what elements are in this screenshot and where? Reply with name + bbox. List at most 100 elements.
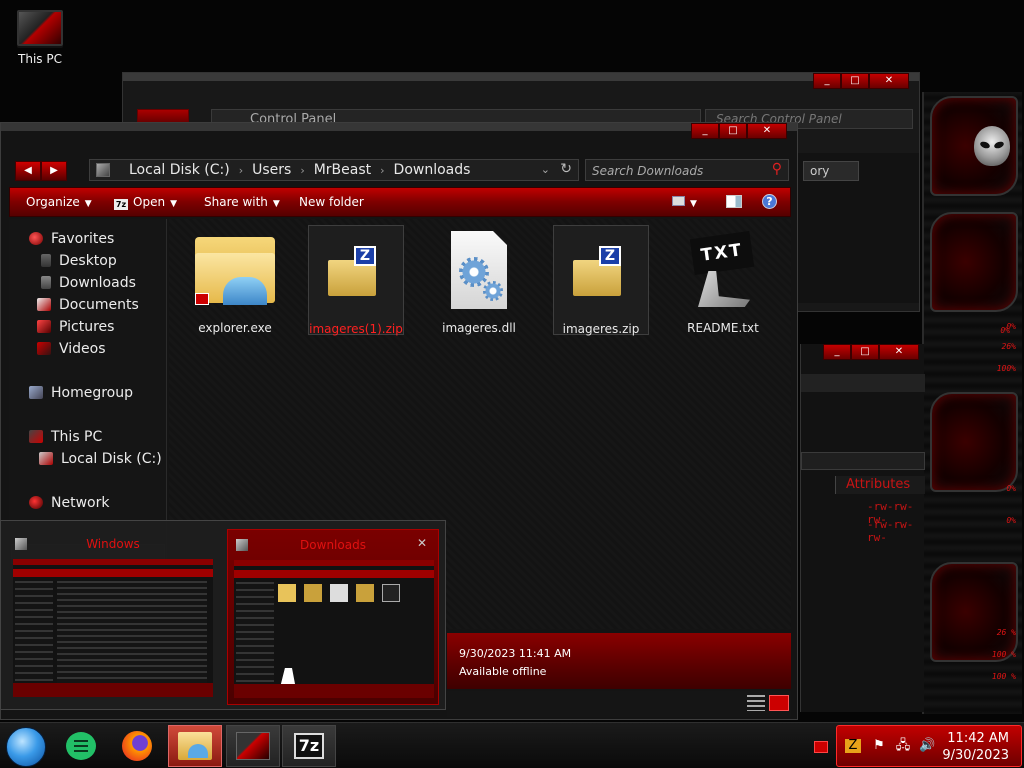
file-name: imageres(1).zip [309, 322, 403, 336]
nav-item-documents[interactable]: Documents [37, 297, 139, 313]
file-list-window[interactable]: _ □ ✕ Attributes -rw-rw-rw- -rw-rw-rw- [800, 344, 925, 712]
local-disk-icon [39, 452, 53, 465]
chevron-down-icon: ▼ [690, 199, 697, 209]
thumbnail-preview [13, 559, 213, 697]
taskbar-thumbnail-popup: Windows Downloads ✕ [0, 520, 446, 710]
explorer-folder-icon [193, 231, 277, 305]
gadget-panel [930, 96, 1018, 196]
close-button[interactable]: ✕ [879, 344, 919, 360]
action-center-icon[interactable]: Z [845, 739, 861, 753]
videos-icon [37, 342, 51, 355]
file-item[interactable]: Z imageres(1).zip [308, 225, 404, 336]
window-title-bar[interactable] [123, 73, 919, 81]
view-by-dropdown[interactable]: ory [803, 161, 859, 181]
desktop-icon-this-pc[interactable]: This PC [10, 8, 70, 76]
taskbar-app-7zip[interactable]: 7z [282, 725, 336, 767]
minimize-button[interactable]: _ [691, 123, 719, 139]
nav-item-downloads[interactable]: Downloads [41, 275, 136, 291]
file-item[interactable]: explorer.exe [187, 225, 283, 335]
gadget-value: 0% [1006, 322, 1016, 331]
thumbnail-downloads[interactable]: Downloads ✕ [227, 529, 439, 705]
gadget-value: 0% [1006, 516, 1016, 525]
file-item[interactable]: Z imageres.zip [553, 225, 649, 336]
file-item[interactable]: imageres.dll [431, 225, 527, 335]
gadget-value: 26% [1001, 342, 1016, 351]
show-hidden-icons-button[interactable] [814, 741, 828, 753]
close-button[interactable]: ✕ [869, 73, 909, 89]
chat-icon [66, 732, 96, 760]
details-view-icon[interactable] [747, 695, 765, 711]
nav-item-videos[interactable]: Videos [37, 341, 106, 357]
nav-item-pictures[interactable]: Pictures [37, 319, 114, 335]
close-icon[interactable]: ✕ [414, 536, 430, 552]
maximize-button[interactable]: □ [851, 344, 879, 360]
file-item[interactable]: TXT README.txt [675, 225, 771, 335]
thumbnail-windows[interactable]: Windows [7, 529, 219, 705]
nav-item-desktop[interactable]: Desktop [41, 253, 117, 269]
chevron-down-icon[interactable]: ⌄ [541, 163, 550, 176]
gadget-value: 26 % [996, 628, 1016, 637]
homegroup-icon [29, 386, 43, 399]
gadget-value: 100% [996, 364, 1016, 373]
taskbar-app-firefox[interactable] [110, 725, 164, 767]
back-button[interactable]: ◀ [15, 161, 41, 181]
nav-item-homegroup[interactable]: Homegroup [29, 385, 133, 401]
dropdown-field[interactable] [801, 452, 925, 470]
taskbar-app-alienware[interactable] [226, 725, 280, 767]
minimize-button[interactable]: _ [813, 73, 841, 89]
breadcrumb-users[interactable]: Users [243, 162, 300, 178]
preview-pane-button[interactable] [726, 195, 742, 211]
nav-item-network[interactable]: Network [29, 495, 109, 511]
dll-gear-icon [447, 231, 511, 311]
7zip-archive-icon: Z [573, 246, 629, 302]
nav-item-local-disk[interactable]: Local Disk (C:) [39, 451, 162, 467]
7zip-icon: 7z [114, 199, 128, 210]
chevron-down-icon: ▼ [272, 199, 280, 209]
breadcrumb-downloads[interactable]: Downloads [385, 162, 480, 178]
help-button[interactable]: ? [762, 194, 777, 209]
address-bar[interactable]: Local Disk (C:) › Users › MrBeast › Down… [89, 159, 579, 181]
share-with-menu[interactable]: Share with ▼ [204, 195, 280, 209]
new-folder-button[interactable]: New folder [299, 195, 364, 209]
navigation-buttons: ◀ ▶ [15, 161, 67, 181]
availability-status: Available offline [459, 665, 547, 678]
change-view-button[interactable]: ▼ [672, 195, 697, 209]
nav-item-this-pc[interactable]: This PC [29, 429, 102, 445]
breadcrumb-user[interactable]: MrBeast [305, 162, 380, 178]
maximize-button[interactable]: □ [841, 73, 869, 89]
attribute-cell: -rw-rw-rw- [867, 518, 914, 544]
taskbar-app-file-explorer[interactable] [168, 725, 222, 767]
refresh-icon[interactable]: ↻ [560, 161, 572, 177]
forward-button[interactable]: ▶ [41, 161, 67, 181]
close-button[interactable]: ✕ [747, 123, 787, 139]
taskbar-app-chat[interactable] [54, 725, 108, 767]
large-icons-view-icon[interactable] [769, 695, 789, 711]
flag-icon[interactable]: ⚑ [871, 739, 887, 753]
column-header-attributes[interactable]: Attributes [835, 476, 925, 494]
search-icon[interactable]: ⚲ [772, 161, 782, 177]
gadget-panel [930, 562, 1018, 662]
file-name: imageres.zip [562, 322, 640, 336]
documents-icon [37, 298, 51, 311]
search-box[interactable]: ⚲ [585, 159, 789, 181]
view-icon [672, 196, 685, 206]
organize-menu[interactable]: Organize ▼ [26, 195, 92, 209]
breadcrumb-local-disk[interactable]: Local Disk (C:) [120, 162, 239, 178]
minimize-button[interactable]: _ [823, 344, 851, 360]
txt-sign-icon: TXT [688, 230, 758, 311]
clock[interactable]: 11:42 AM 9/30/2023 [942, 730, 1009, 764]
details-pane: 9/30/2023 11:41 AM Available offline [447, 633, 791, 689]
nav-item-favorites[interactable]: Favorites [29, 231, 114, 247]
search-input[interactable] [592, 163, 762, 179]
chevron-down-icon: ▼ [170, 199, 177, 209]
desktop-icon [41, 254, 51, 267]
network-icon[interactable]: 🖧 [895, 739, 911, 753]
maximize-button[interactable]: □ [719, 123, 747, 139]
alien-head-icon [974, 126, 1010, 166]
open-button[interactable]: 7z Open ▼ [114, 195, 177, 210]
volume-icon[interactable]: 🔊 [919, 739, 935, 753]
window-title-bar[interactable] [1, 123, 797, 131]
favorites-star-icon [29, 232, 43, 245]
start-button[interactable] [6, 727, 46, 767]
taskbar: 7z Z ⚑ 🖧 🔊 11:42 AM 9/30/2023 [0, 722, 1024, 768]
